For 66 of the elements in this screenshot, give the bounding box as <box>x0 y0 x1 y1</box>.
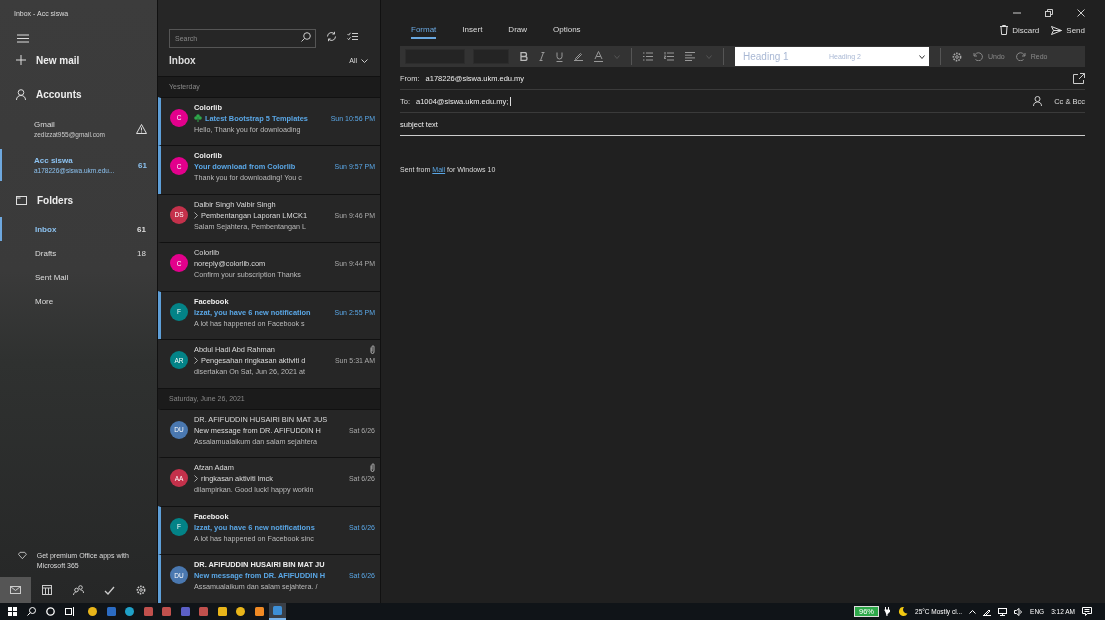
unread-count: 61 <box>138 160 147 170</box>
folder-item[interactable]: Drafts 18 <box>0 241 157 265</box>
font-color-icon[interactable] <box>594 51 603 62</box>
chevron-right-icon <box>194 211 198 219</box>
taskbar-app-button[interactable] <box>269 603 286 620</box>
windows-logo-icon[interactable] <box>8 607 17 616</box>
people-icon <box>73 585 84 595</box>
discard-button[interactable]: Discard <box>1000 25 1040 35</box>
ribbon-tab[interactable]: Format <box>411 21 437 39</box>
account-name: Gmail <box>34 120 56 129</box>
ribbon-tab[interactable]: Insert <box>462 21 483 39</box>
envelope-icon <box>10 586 22 594</box>
sync-icon[interactable] <box>326 31 337 42</box>
send-icon <box>1051 25 1063 35</box>
chevron-right-icon <box>194 475 198 483</box>
moon-icon[interactable] <box>897 606 908 617</box>
chevron-down-icon <box>361 58 368 63</box>
clover-icon <box>194 114 202 123</box>
new-mail-button[interactable]: New mail <box>0 43 157 77</box>
plug-icon <box>884 607 890 616</box>
plus-icon <box>16 55 26 65</box>
notification-icon[interactable] <box>1082 607 1092 616</box>
select-mode-icon[interactable] <box>347 32 358 41</box>
undo-icon <box>973 52 983 61</box>
settings-icon <box>136 585 147 595</box>
ribbon-tab[interactable]: Options <box>553 21 581 39</box>
redo-icon <box>1015 52 1026 61</box>
restore-icon[interactable] <box>1045 9 1053 17</box>
menu-icon[interactable] <box>17 34 29 43</box>
chevron-down-icon[interactable] <box>919 54 925 59</box>
diamond-icon <box>18 551 27 560</box>
trash-icon <box>1000 25 1009 35</box>
checkmark-icon <box>104 585 116 595</box>
account-name: Acc siswa <box>34 156 74 165</box>
search-icon[interactable] <box>27 607 36 616</box>
ribbon-tab[interactable]: Draw <box>508 21 528 39</box>
folder-item[interactable]: Sent Mail <box>0 265 157 289</box>
chevron-up-icon[interactable] <box>969 609 977 614</box>
calendar-icon <box>42 585 53 595</box>
bullet-list-icon[interactable] <box>643 52 653 61</box>
underline-icon[interactable] <box>556 51 563 62</box>
network-icon[interactable] <box>998 607 1008 616</box>
speaker-icon[interactable] <box>1014 607 1024 616</box>
highlighter-icon[interactable] <box>574 52 583 61</box>
pen-icon[interactable] <box>983 607 992 616</box>
folder-title: Inbox <box>169 55 196 67</box>
numbered-list-icon[interactable] <box>664 52 674 61</box>
task-view-icon[interactable] <box>65 607 74 616</box>
minimize-icon[interactable] <box>1013 9 1021 17</box>
mail-nav-button[interactable] <box>0 577 32 603</box>
send-button[interactable]: Send <box>1051 25 1085 35</box>
folder-item[interactable]: More <box>0 289 157 313</box>
folders-heading: Folders <box>37 194 74 206</box>
circle-icon[interactable] <box>46 607 55 616</box>
person-icon[interactable] <box>1033 96 1043 106</box>
pop-out-icon[interactable] <box>1073 72 1085 84</box>
folder-icon <box>16 195 27 205</box>
person-icon <box>16 88 26 100</box>
accounts-heading: Accounts <box>36 88 82 100</box>
italic-icon[interactable] <box>539 52 545 61</box>
close-icon[interactable] <box>1077 9 1085 17</box>
align-icon[interactable] <box>685 52 695 61</box>
bold-icon[interactable] <box>520 52 528 61</box>
search-icon[interactable] <box>301 31 311 42</box>
settings-icon[interactable] <box>952 51 962 62</box>
chevron-right-icon <box>194 357 198 365</box>
